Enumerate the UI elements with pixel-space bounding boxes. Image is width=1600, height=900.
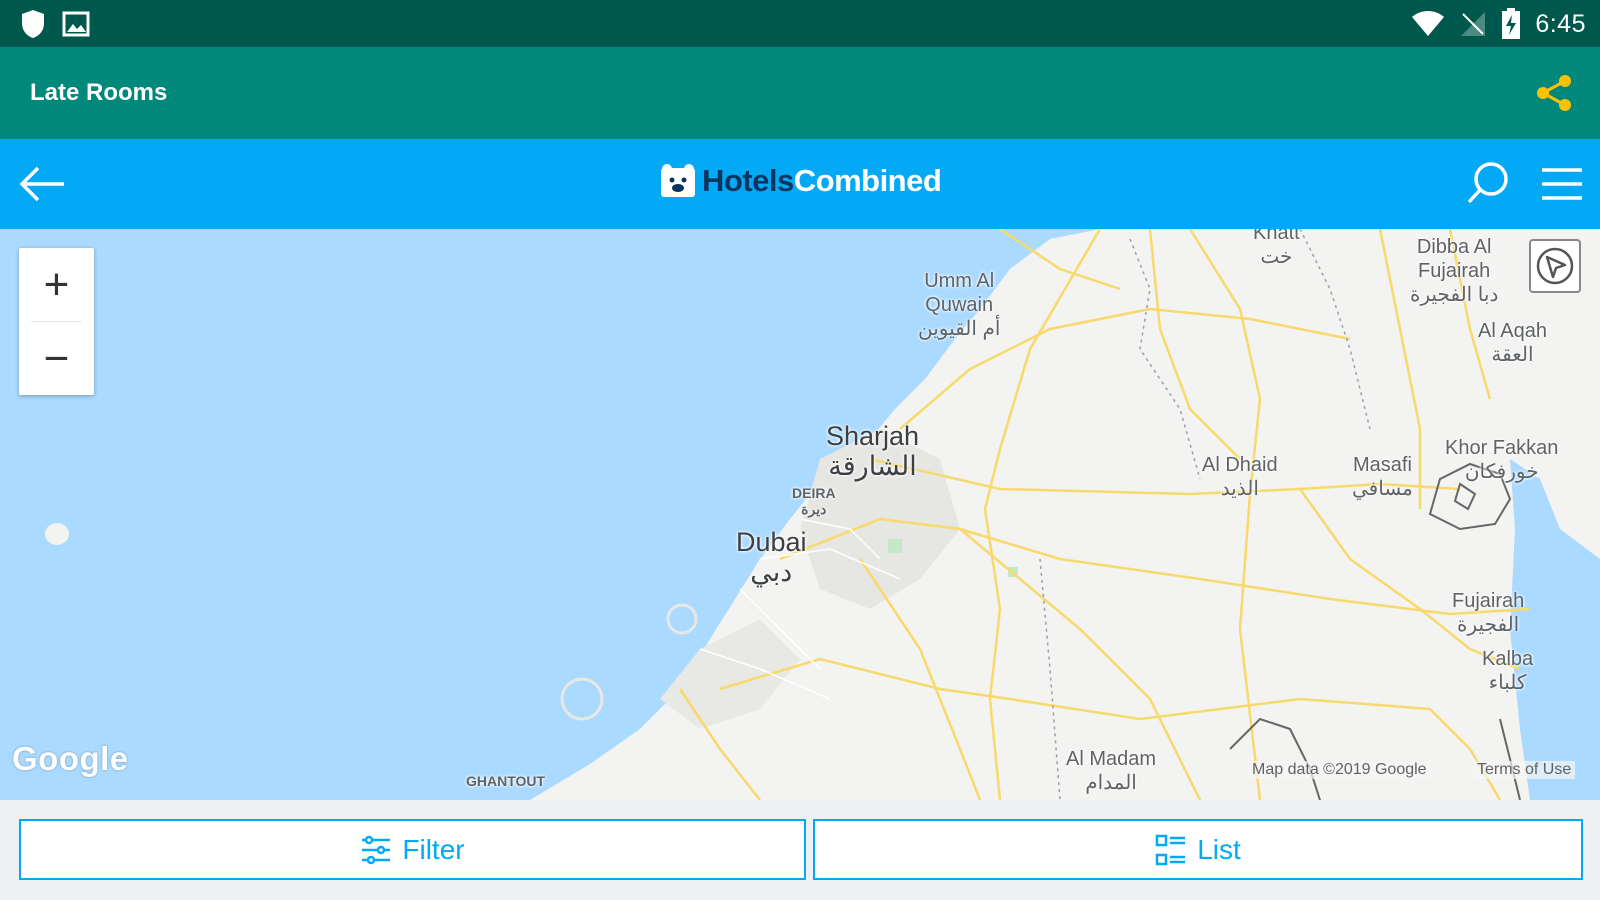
bottom-action-bar: Filter List [0,800,1600,900]
shield-icon [22,10,44,38]
map-label-masafi: Masafi مسافي [1352,453,1413,501]
zoom-controls: + − [19,248,94,395]
map-label-al-madam: Al Madam المدام [1066,747,1156,795]
map-label-masafi-ar: مسافي [1352,478,1413,500]
map-label-khor-en: Khor Fakkan [1445,437,1559,459]
map-label-aqah-ar: العقة [1491,344,1534,366]
map-label-khor-ar: خورفكان [1464,461,1539,483]
bear-logo-icon [661,164,695,197]
filter-sliders-icon [362,835,391,864]
arrow-left-icon[interactable] [18,161,68,207]
map-label-dibba-en1: Dibba Al [1416,236,1492,258]
map-label-madam-ar: المدام [1085,772,1137,794]
map-label-dibba: Dibba Al Fujairah دبا الفجيرة [1410,235,1498,307]
app-title: Late Rooms [30,79,168,106]
map-label-kalba-en: Kalba [1482,648,1534,670]
map-label-umm-en1: Umm Al [924,270,995,292]
wifi-icon [1412,11,1445,36]
map-label-umm-al-quwain: Umm Al Quwain أم القيوين [918,269,1000,341]
share-icon[interactable] [1534,73,1574,113]
navigation-arrow-icon [1536,247,1574,285]
map-label-deira: DEIRA ديرة [792,485,836,517]
map-label-umm-ar: أم القيوين [918,318,1001,340]
brand-name: HotelsCombined [702,163,942,199]
list-label: List [1197,833,1241,865]
map-label-aqah-en: Al Aqah [1478,320,1547,342]
map-label-deira-en: DEIRA [792,485,836,501]
map-label-fujairah: Fujairah الفجيرة [1452,589,1524,637]
map-label-masafi-en: Masafi [1352,454,1412,476]
map-label-fujairah-ar: الفجيرة [1457,614,1520,636]
no-signal-icon [1461,12,1486,36]
map-label-dibba-ar: دبا الفجيرة [1410,284,1499,306]
map-label-khor-fakkan: Khor Fakkan خورفكان [1445,436,1558,484]
zoom-out-button[interactable]: − [19,322,94,395]
map-view[interactable]: Khatt خت Dibba Al Fujairah دبا الفجيرة Umm … [0,229,1600,800]
map-label-sharjah: Sharjah الشارقة [826,421,919,481]
terms-of-use-link[interactable]: Terms of Use [1473,761,1576,779]
status-right-icons: 6:45 [1411,8,1586,40]
map-label-sharjah-ar: الشارقة [828,451,917,481]
map-label-sharjah-en: Sharjah [826,421,920,451]
status-bar: 6:45 [0,0,1600,47]
list-button[interactable]: List [813,819,1583,880]
app-bar: Late Rooms [0,47,1600,139]
map-label-kalba-ar: كلباء [1488,672,1527,694]
map-attribution: Map data ©2019 Google [1248,761,1431,779]
map-label-dhaid-ar: الذيد [1220,478,1259,500]
map-label-khatt-en: Khatt [1253,229,1300,244]
map-label-dubai: Dubai دبي [736,527,807,587]
map-label-deira-ar: ديرة [801,501,827,517]
brand-part-hotels: Hotels [702,163,794,198]
map-label-kalba: Kalba كلباء [1482,647,1533,695]
map-label-dubai-en: Dubai [736,527,807,557]
search-icon[interactable] [1465,159,1513,207]
filter-button[interactable]: Filter [19,819,806,880]
map-label-fujairah-en: Fujairah [1452,590,1525,612]
map-label-dubai-ar: دبي [750,557,793,587]
google-logo: Google [12,740,129,777]
image-icon [62,11,90,37]
map-label-al-aqah: Al Aqah العقة [1478,319,1547,367]
brand-part-combined: Combined [793,163,942,198]
map-label-madam-en: Al Madam [1066,748,1157,770]
map-label-dibba-en2: Fujairah [1418,260,1491,282]
map-label-al-dhaid: Al Dhaid الذيد [1202,453,1278,501]
map-label-khatt-ar: خت [1260,246,1293,268]
site-header: HotelsCombined [0,139,1600,229]
map-label-dhaid-en: Al Dhaid [1202,454,1278,476]
my-location-button[interactable] [1529,239,1581,293]
filter-label: Filter [402,833,465,865]
map-label-khatt: Khatt خت [1253,229,1300,269]
hotelscombined-logo[interactable]: HotelsCombined [660,163,942,199]
status-left-icons [20,9,90,39]
zoom-in-button[interactable]: + [19,248,94,321]
map-label-ghantout: GHANTOUT [466,773,546,789]
clock: 6:45 [1535,9,1586,38]
list-icon [1155,834,1186,865]
map-label-umm-en2: Quwain [925,294,994,316]
hamburger-menu-icon[interactable] [1540,165,1584,203]
battery-charging-icon [1502,8,1521,39]
